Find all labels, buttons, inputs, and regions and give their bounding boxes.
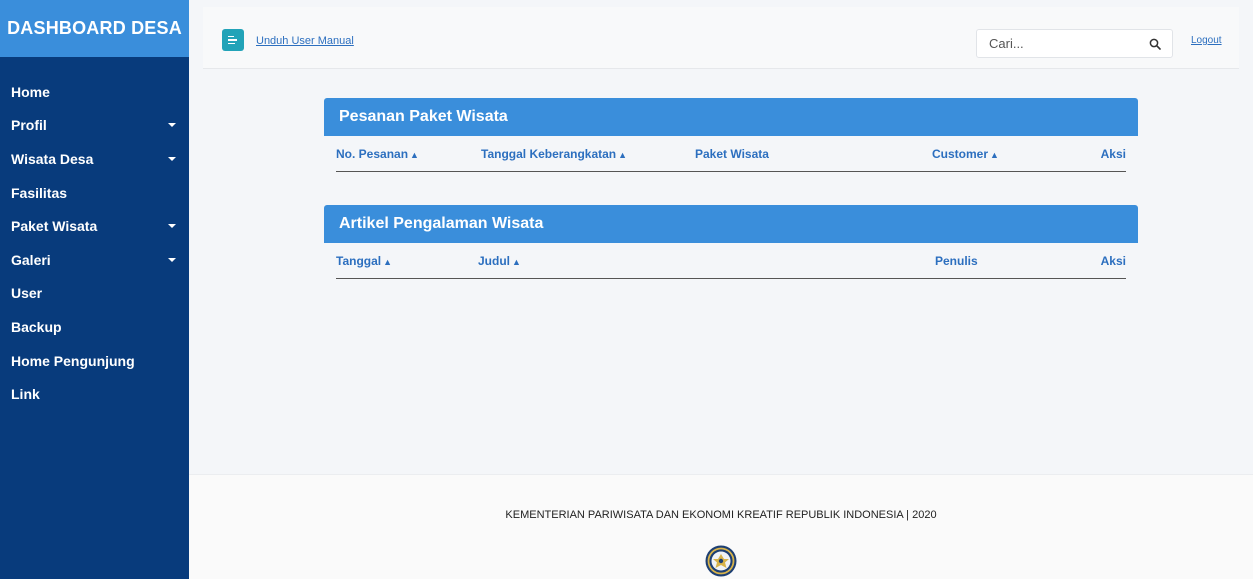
sidebar-item-label: Galeri	[11, 251, 51, 268]
download-user-manual-link[interactable]: Unduh User Manual	[256, 35, 354, 47]
sidebar-item-home[interactable]: Home	[0, 75, 189, 109]
sort-icon[interactable]: ▲︎	[512, 257, 521, 267]
sidebar-item-label: Backup	[11, 318, 62, 335]
column-header-no-pesanan[interactable]: No. Pesanan ▲︎	[336, 147, 419, 161]
caret-down-icon	[168, 123, 176, 128]
ministry-emblem-icon	[705, 545, 737, 577]
orders-table-header: No. Pesanan ▲︎ Tanggal Keberangkatan ▲︎ Pa…	[336, 136, 1126, 172]
sort-icon[interactable]: ▲︎	[383, 257, 392, 267]
sidebar-item-label: Paket Wisata	[11, 218, 98, 235]
articles-card-title: Artikel Pengalaman Wisata	[324, 205, 1138, 243]
orders-card-title: Pesanan Paket Wisata	[324, 98, 1138, 136]
sidebar-item-label: Profil	[11, 117, 47, 134]
sidebar: DASHBOARD DESA Home Profil Wisata Desa F…	[0, 0, 189, 579]
caret-down-icon	[168, 257, 176, 262]
sidebar-item-fasilitas[interactable]: Fasilitas	[0, 176, 189, 210]
caret-down-icon	[168, 156, 176, 161]
sort-icon[interactable]: ▲︎	[618, 150, 627, 160]
sidebar-nav: Home Profil Wisata Desa Fasilitas Paket …	[0, 57, 189, 411]
sidebar-item-label: Home	[11, 83, 50, 100]
sidebar-item-user[interactable]: User	[0, 277, 189, 311]
top-navbar: Unduh User Manual Logout	[203, 7, 1239, 69]
brand-title[interactable]: DASHBOARD DESA	[0, 0, 189, 57]
footer: KEMENTERIAN PARIWISATA DAN EKONOMI KREAT…	[189, 474, 1253, 579]
sidebar-item-label: Fasilitas	[11, 184, 68, 201]
orders-card: Pesanan Paket Wisata No. Pesanan ▲︎ Tangg…	[324, 98, 1138, 172]
sidebar-item-label: Link	[11, 386, 40, 403]
column-header-judul[interactable]: Judul ▲︎	[478, 254, 521, 268]
column-header-tanggal[interactable]: Tanggal ▲︎	[336, 254, 392, 268]
sidebar-item-galeri[interactable]: Galeri	[0, 243, 189, 277]
logout-link[interactable]: Logout	[1191, 35, 1222, 46]
search-button[interactable]	[1138, 30, 1172, 57]
search-box	[976, 29, 1173, 58]
sidebar-item-backup[interactable]: Backup	[0, 310, 189, 344]
sidebar-item-label: Wisata Desa	[11, 150, 94, 167]
column-header-paket-wisata: Paket Wisata	[695, 147, 769, 161]
column-header-customer[interactable]: Customer ▲︎	[932, 147, 999, 161]
search-input[interactable]	[977, 30, 1137, 57]
sidebar-item-label: User	[11, 285, 43, 302]
articles-table-header: Tanggal ▲︎ Judul ▲︎ Penulis Aksi	[336, 243, 1126, 279]
search-icon	[1149, 38, 1161, 50]
caret-down-icon	[168, 224, 176, 229]
footer-text: KEMENTERIAN PARIWISATA DAN EKONOMI KREAT…	[505, 509, 937, 521]
document-lines-icon[interactable]	[222, 29, 244, 51]
column-header-aksi: Aksi	[1100, 254, 1126, 268]
column-header-penulis: Penulis	[935, 254, 978, 268]
sidebar-item-home-pengunjung[interactable]: Home Pengunjung	[0, 344, 189, 378]
column-header-aksi: Aksi	[1100, 147, 1126, 161]
sidebar-item-link[interactable]: Link	[0, 377, 189, 411]
sort-icon[interactable]: ▲︎	[410, 150, 419, 160]
column-header-tanggal-keberangkatan[interactable]: Tanggal Keberangkatan ▲︎	[481, 147, 627, 161]
sidebar-item-paket-wisata[interactable]: Paket Wisata	[0, 209, 189, 243]
sidebar-item-wisata-desa[interactable]: Wisata Desa	[0, 142, 189, 176]
articles-card: Artikel Pengalaman Wisata Tanggal ▲︎ Judu…	[324, 205, 1138, 279]
sort-icon[interactable]: ▲︎	[990, 150, 999, 160]
sidebar-item-label: Home Pengunjung	[11, 352, 135, 369]
sidebar-item-profil[interactable]: Profil	[0, 109, 189, 143]
